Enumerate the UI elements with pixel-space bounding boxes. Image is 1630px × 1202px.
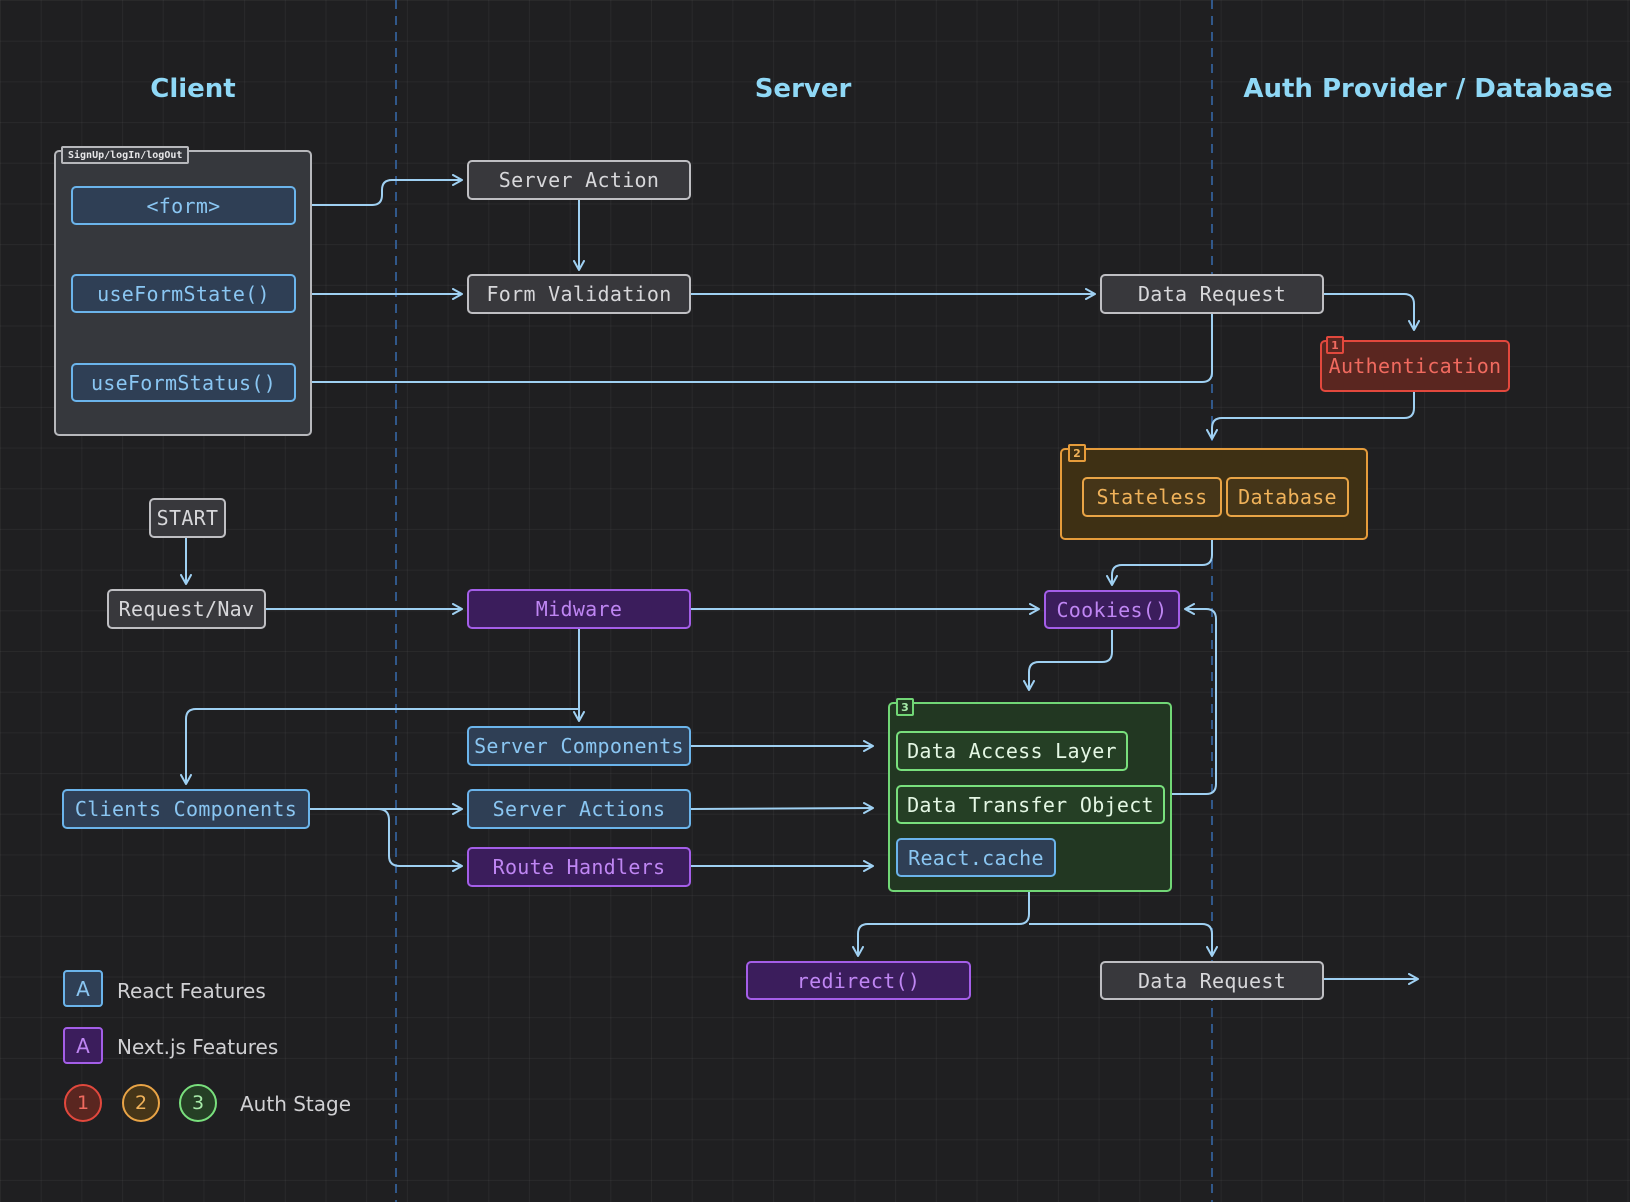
data-request-top-node[interactable]: Data Request [1100,274,1324,314]
client-group-tag: SignUp/logIn/logOut [61,146,190,164]
react-cache-node[interactable]: React.cache [896,838,1056,877]
use-form-state-node[interactable]: useFormState() [71,274,296,313]
stage-2-tag: 2 [1068,444,1086,462]
cookies-node[interactable]: Cookies() [1044,590,1180,629]
stateless-session-node[interactable]: Stateless [1082,477,1222,517]
midware-node[interactable]: Midware [467,589,691,629]
data-access-layer-node[interactable]: Data Access Layer [896,731,1128,771]
stage-3-tag: 3 [896,698,914,716]
edge-stage3-to-data-request [1029,923,1218,957]
data-transfer-object-node[interactable]: Data Transfer Object [896,785,1165,824]
edge-data-request-to-formstatus [300,314,1213,388]
column-title-server: Server [754,74,852,104]
server-action-node[interactable]: Server Action [467,160,691,200]
start-node[interactable]: START [149,498,226,538]
edge-server-actions-to-stage3 [690,802,874,815]
authentication-node[interactable]: Authentication [1320,340,1510,392]
edge-data-request-to-auth [1324,293,1420,331]
column-title-provider: Auth Provider / Database [1243,74,1613,104]
column-title-client: Client [150,74,236,104]
server-components-node[interactable]: Server Components [467,726,691,766]
legend-react-label: React Features [117,979,266,1003]
legend-react-swatch: A [63,970,103,1007]
database-session-node[interactable]: Database [1226,477,1349,517]
legend-stage-label: Auth Stage [240,1092,352,1116]
form-validation-node[interactable]: Form Validation [467,274,691,314]
edge-stage3-to-cookies [1171,603,1217,795]
edge-auth-to-stage2 [1206,392,1415,440]
edge-cookies-to-stage3 [1023,630,1113,691]
server-actions-node[interactable]: Server Actions [467,789,691,829]
legend-next-label: Next.js Features [117,1035,279,1059]
clients-components-node[interactable]: Clients Components [62,789,310,829]
redirect-node[interactable]: redirect() [746,961,971,1000]
stage-1-tag: 1 [1326,336,1344,354]
edge-form-to-server-action [296,174,463,206]
use-form-status-node[interactable]: useFormStatus() [71,363,296,402]
edge-stage2-to-cookies [1106,539,1213,586]
data-request-bottom-node[interactable]: Data Request [1100,961,1324,1000]
legend-next-swatch: A [63,1027,103,1064]
route-handlers-node[interactable]: Route Handlers [467,847,691,887]
legend-stage-2: 2 [122,1084,160,1122]
request-nav-node[interactable]: Request/Nav [107,589,266,629]
legend-stage-3: 3 [179,1084,217,1122]
edge-clients-to-route-handlers [377,808,463,872]
edge-stage3-to-redirect [852,892,1030,957]
legend-stage-1: 1 [64,1084,102,1122]
form-node[interactable]: <form> [71,186,296,225]
